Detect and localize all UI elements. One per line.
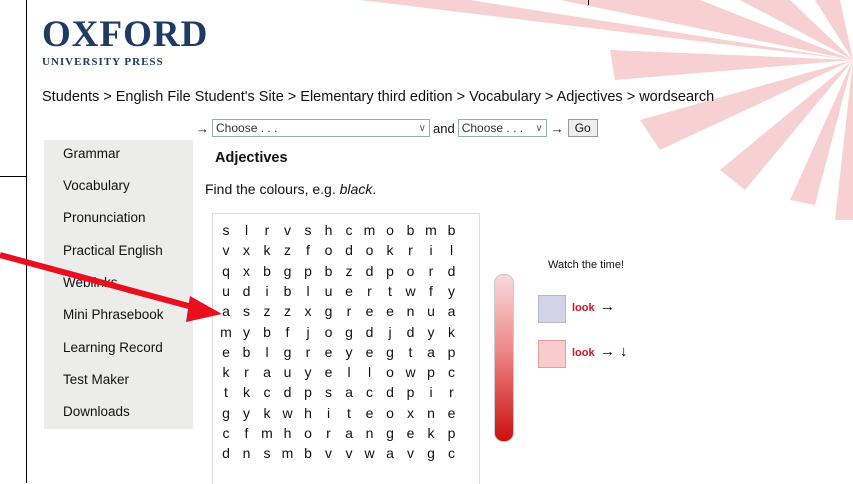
red-pointer-arrow: [0, 252, 222, 322]
